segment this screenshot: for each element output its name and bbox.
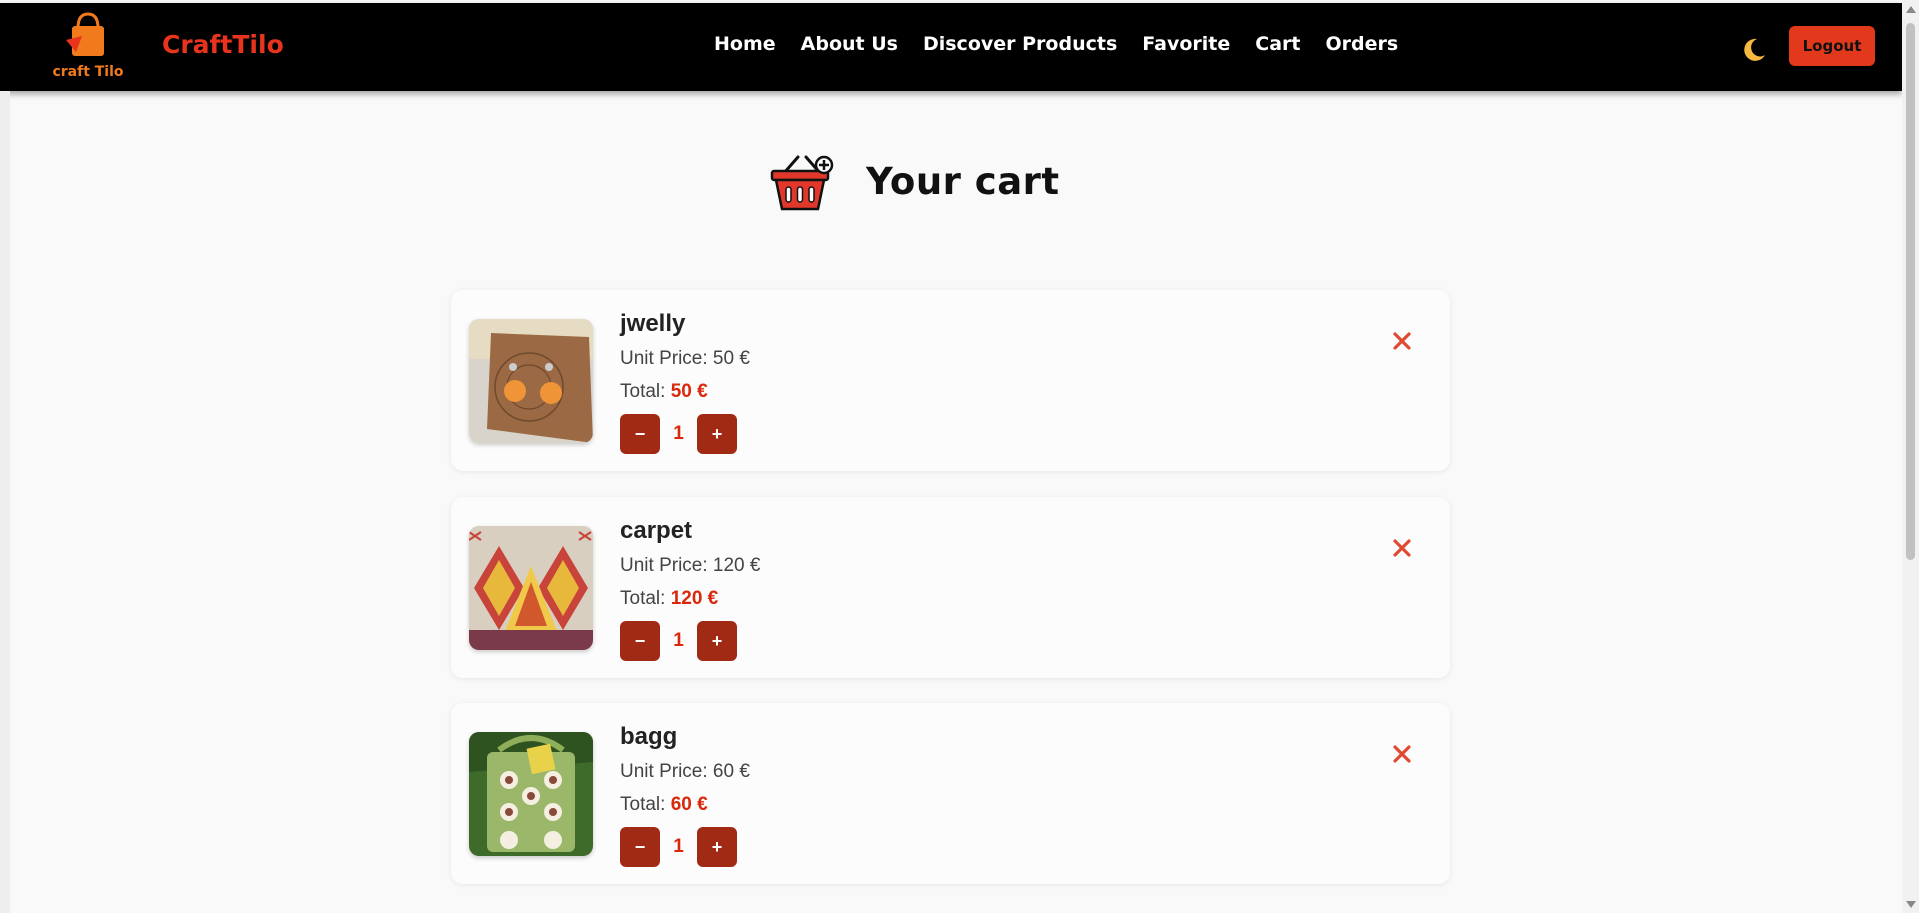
nav-cart[interactable]: Cart [1255, 33, 1300, 55]
cart-item: bagg Unit Price: 60 € Total: 60 € − 1 + [451, 703, 1450, 884]
unit-price: Unit Price: 120 € [620, 555, 761, 576]
nav-discover-products[interactable]: Discover Products [923, 33, 1117, 55]
logout-button[interactable]: Logout [1789, 26, 1875, 66]
product-name: jwelly [620, 310, 686, 337]
unit-price: Unit Price: 50 € [620, 348, 750, 369]
decrease-quantity-button[interactable]: − [620, 621, 660, 661]
product-image-bag[interactable] [469, 732, 593, 856]
quantity-stepper: − 1 + [620, 621, 737, 661]
increase-quantity-button[interactable]: + [697, 827, 737, 867]
page-title: Your cart [866, 159, 1060, 203]
quantity-value: 1 [673, 630, 684, 651]
quantity-stepper: − 1 + [620, 827, 737, 867]
item-total-value: 50 € [670, 381, 708, 402]
main-nav: Home About Us Discover Products Favorite… [714, 33, 1398, 55]
quantity-value: 1 [673, 423, 684, 444]
vertical-scrollbar[interactable] [1902, 0, 1919, 913]
scrollbar-thumb[interactable] [1906, 23, 1915, 560]
svg-text:craft Tilo: craft Tilo [52, 64, 123, 80]
craftilo-logo[interactable]: craft Tilo [48, 10, 128, 84]
close-icon [1393, 539, 1411, 557]
close-icon [1393, 745, 1411, 763]
quantity-stepper: − 1 + [620, 414, 737, 454]
decrease-quantity-button[interactable]: − [620, 827, 660, 867]
nav-favorite[interactable]: Favorite [1142, 33, 1230, 55]
item-total-value: 120 € [670, 588, 719, 609]
page-left-edge [0, 91, 10, 913]
nav-home[interactable]: Home [714, 33, 776, 55]
nav-about-us[interactable]: About Us [801, 33, 898, 55]
shopping-basket-icon [770, 155, 834, 211]
item-total: Total: 60 € [620, 794, 708, 815]
scroll-up-arrow-icon[interactable] [1906, 6, 1916, 13]
increase-quantity-button[interactable]: + [697, 414, 737, 454]
moon-icon[interactable] [1740, 36, 1768, 64]
product-image-earrings[interactable] [469, 319, 593, 443]
decrease-quantity-button[interactable]: − [620, 414, 660, 454]
brand-name[interactable]: CraftTilo [162, 30, 284, 59]
remove-item-button[interactable] [1387, 739, 1417, 769]
product-name: carpet [620, 517, 693, 544]
product-image-carpet[interactable] [469, 526, 593, 650]
item-total-value: 60 € [670, 794, 708, 815]
item-total: Total: 50 € [620, 381, 708, 402]
increase-quantity-button[interactable]: + [697, 621, 737, 661]
item-total: Total: 120 € [620, 588, 719, 609]
cart-item: carpet Unit Price: 120 € Total: 120 € − … [451, 497, 1450, 678]
remove-item-button[interactable] [1387, 533, 1417, 563]
quantity-value: 1 [673, 836, 684, 857]
scroll-down-arrow-icon[interactable] [1906, 901, 1916, 908]
cart-header: Your cart [766, 135, 1060, 228]
close-icon [1393, 332, 1411, 350]
unit-price: Unit Price: 60 € [620, 761, 750, 782]
remove-item-button[interactable] [1387, 326, 1417, 356]
top-navbar: craft Tilo CraftTilo Home About Us Disco… [0, 3, 1902, 91]
nav-orders[interactable]: Orders [1325, 33, 1398, 55]
cart-item: jwelly Unit Price: 50 € Total: 50 € − 1 … [451, 290, 1450, 471]
product-name: bagg [620, 723, 678, 750]
